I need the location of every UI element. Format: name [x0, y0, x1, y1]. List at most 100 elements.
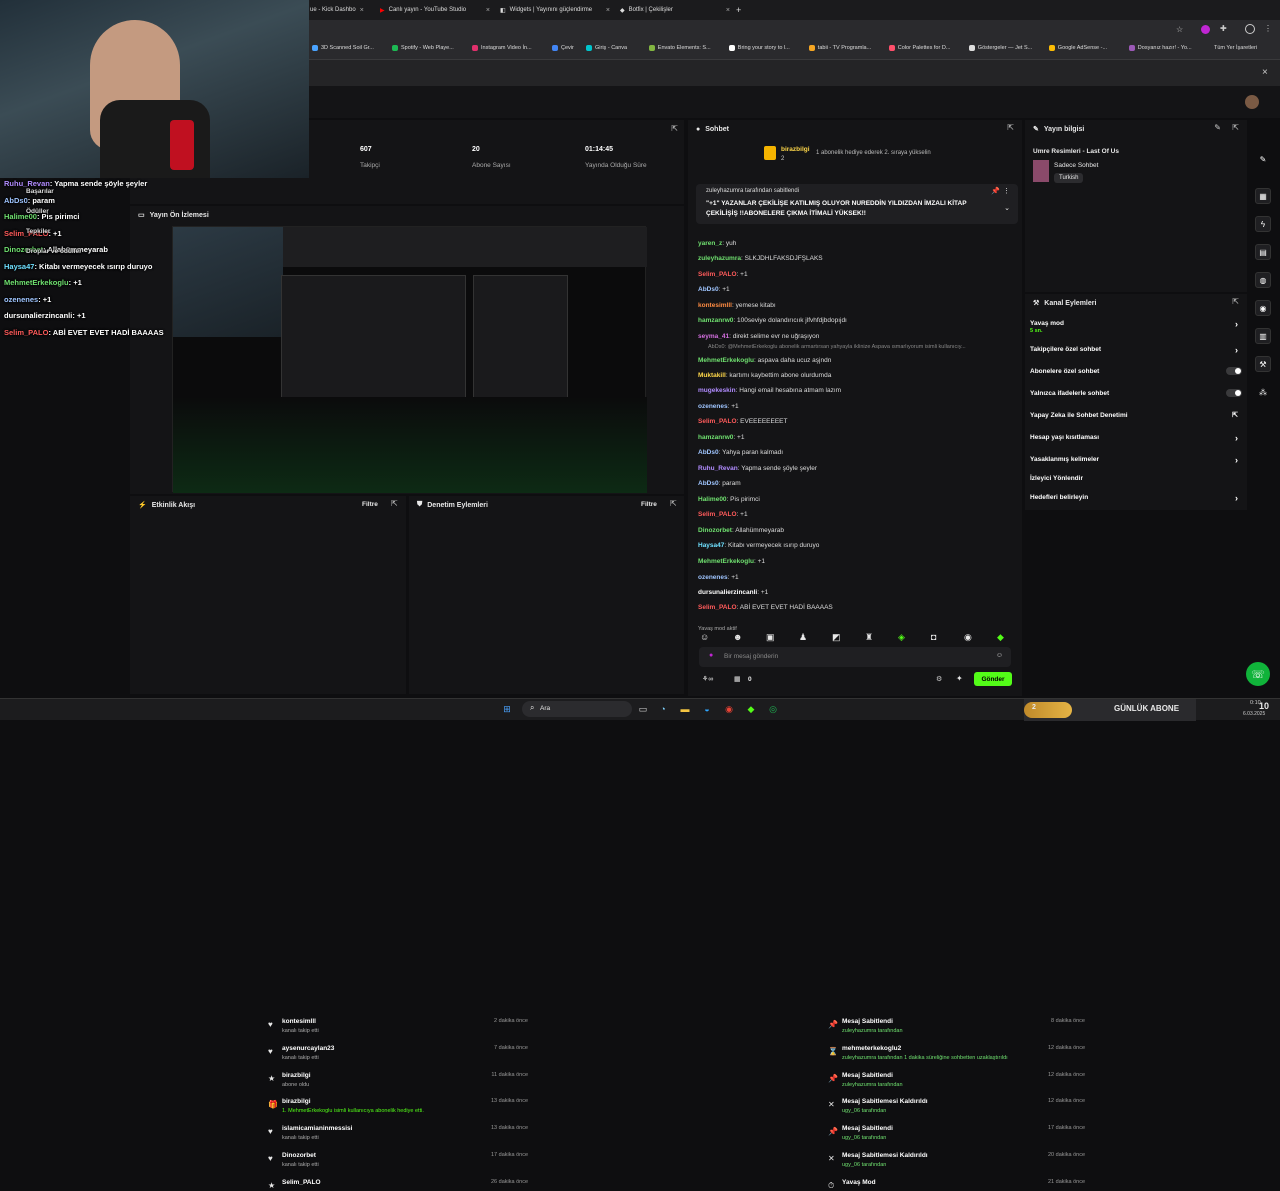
- moderation-row[interactable]: 📌 Mesaj Sabitlendi ugy_06 tarafından 17 dak…: [828, 1125, 1085, 1141]
- bookmark-item[interactable]: Color Palettes for D...: [888, 45, 950, 51]
- chat-message[interactable]: AbDs0: param: [698, 480, 741, 487]
- channel-action-item[interactable]: Yasaklanmış kelimeler ›: [1030, 455, 1242, 465]
- tab-botfix[interactable]: ◆ Botfix | Çekilişler ×: [620, 2, 730, 18]
- chat-message[interactable]: hamzanrw0: 100seviye dolandırıcıık jlfvh…: [698, 317, 847, 324]
- close-icon[interactable]: ×: [360, 7, 364, 14]
- gift-leader-name[interactable]: birazbilgi: [781, 146, 810, 153]
- chat-message[interactable]: yaren_z: yuh: [698, 240, 736, 247]
- close-icon[interactable]: ×: [486, 7, 490, 14]
- chat-username[interactable]: mugekeskin: [698, 387, 736, 394]
- chat-message[interactable]: MehmetErkekoglu: aspava daha ucuz aşjndn: [698, 357, 831, 364]
- event-row[interactable]: ♥ islamicamianinmessisi kanalı takip etti 1…: [268, 1125, 528, 1141]
- tab-widgets[interactable]: ◧ Widgets | Yayınını güçlendirme ×: [500, 2, 610, 18]
- channel-action-item[interactable]: Hedefleri belirleyin ›: [1030, 493, 1242, 503]
- emote-icon[interactable]: ◩: [832, 632, 841, 643]
- moderation-row[interactable]: ⏱ Yavaş Mod 21 dakika önce: [828, 1179, 1085, 1190]
- chat-message[interactable]: hamzanrw0: +1: [698, 434, 744, 441]
- chevron-right-icon[interactable]: ›: [1235, 319, 1238, 329]
- bookmark-item[interactable]: tabii - TV Programla...: [808, 45, 871, 51]
- microphone-icon[interactable]: ●: [709, 652, 713, 659]
- chat-username[interactable]: AbDs0: [698, 286, 719, 293]
- moderation-row[interactable]: 📌 Mesaj Sabitlendi zuleyhazumra tarafından…: [828, 1018, 1085, 1034]
- bookmark-item[interactable]: Çevir: [552, 45, 574, 51]
- event-row[interactable]: ★ birazbilgi abone oldu 11 dakika önce: [268, 1072, 528, 1088]
- chat-message[interactable]: mugekeskin: Hangi email hesabına atmam l…: [698, 387, 841, 394]
- pin-icon[interactable]: 📌: [991, 187, 1000, 195]
- chat-message[interactable]: Selim_PALO: EVEEEEEEEET: [698, 418, 787, 425]
- chat-message[interactable]: AbDs0: +1: [698, 286, 730, 293]
- moderation-row[interactable]: ⌛ mehmeterkekoglu2 zuleyhazumra tarafından…: [828, 1045, 1085, 1061]
- chat-username[interactable]: Haysa47: [698, 542, 724, 549]
- channel-action-item[interactable]: İzleyici Yönlendir: [1030, 475, 1242, 482]
- emoji-icon[interactable]: ☺: [996, 652, 1003, 659]
- broadcast-icon[interactable]: ◉: [1255, 300, 1271, 316]
- emote-icon[interactable]: ♜: [865, 632, 873, 643]
- tab-kick-dashboard[interactable]: ue - Kick Dashbo ×: [310, 2, 370, 18]
- clipboard-icon[interactable]: ▤: [1255, 244, 1271, 260]
- chat-username[interactable]: hamzanrw0: [698, 317, 733, 324]
- chat-message[interactable]: zuleyhazumra: SLKJDHLFAKSDJFŞLAKS: [698, 255, 823, 262]
- chat-message[interactable]: Dinozorbet: Allahümmeyarab: [698, 527, 784, 534]
- copilot-icon[interactable]: ◔: [656, 702, 670, 716]
- emote-icon[interactable]: ♟: [799, 632, 807, 643]
- chat-username[interactable]: Dinozorbet: [698, 527, 732, 534]
- close-icon[interactable]: ×: [726, 7, 730, 14]
- event-row[interactable]: ★ Selim_PALO 26 dakika önce: [268, 1179, 528, 1190]
- chat-message[interactable]: ozenenes: +1: [698, 403, 739, 410]
- chat-message[interactable]: Ruhu_Revan: Yapma sende şöyle şeyler: [698, 465, 817, 472]
- qr-icon[interactable]: ▦: [1255, 188, 1271, 204]
- event-row[interactable]: ♥ kontesimlll kanalı takip etti 2 dakika ön…: [268, 1018, 528, 1034]
- bookmark-item[interactable]: Envato Elements: S...: [648, 45, 711, 51]
- chat-username[interactable]: zuleyhazumra: [698, 255, 741, 262]
- chevron-right-icon[interactable]: ›: [1235, 493, 1238, 503]
- bookmark-item[interactable]: 3D Scanned Soil Gr...: [312, 45, 374, 51]
- chat-message[interactable]: Haysa47: Kitabı vermeyecek ısırıp duruyo: [698, 542, 819, 549]
- moderation-row[interactable]: 📌 Mesaj Sabitlendi zuleyhazumra tarafından…: [828, 1072, 1085, 1088]
- points-icon[interactable]: ⚘∞: [702, 675, 713, 683]
- chat-username[interactable]: MehmetErkekoglu: [698, 357, 754, 364]
- wrench-icon[interactable]: ⚒: [1255, 356, 1271, 372]
- chat-username[interactable]: ozenenes: [698, 574, 728, 581]
- tab-youtube-studio[interactable]: ▶ Canlı yayın - YouTube Studio ×: [380, 2, 490, 18]
- chrome-icon[interactable]: ◉: [722, 702, 736, 716]
- channel-action-item[interactable]: Abonelere özel sohbet: [1030, 367, 1242, 375]
- all-bookmarks[interactable]: Tüm Yer İşaretleri: [1214, 45, 1257, 51]
- external-link-icon[interactable]: ⇱: [1232, 411, 1238, 419]
- toggle-switch[interactable]: [1226, 367, 1242, 375]
- puzzle-icon[interactable]: ✚: [1220, 24, 1227, 33]
- bolt-icon[interactable]: ϟ: [1255, 216, 1271, 232]
- chat-message[interactable]: kontesimlll: yemese kitabı: [698, 302, 776, 309]
- chevron-right-icon[interactable]: ›: [1235, 455, 1238, 465]
- chat-username[interactable]: Muktakill: [698, 372, 726, 379]
- bookmark-item[interactable]: Bring your story to l...: [728, 45, 790, 51]
- emote-icon[interactable]: ☺: [700, 632, 709, 642]
- new-tab-button[interactable]: +: [736, 2, 746, 18]
- emote-icon[interactable]: ◈: [898, 632, 905, 643]
- pinned-message[interactable]: zuleyhazumra tarafından sabitlendi 📌 ⋮ "…: [696, 184, 1018, 224]
- emote-icon[interactable]: ◉: [964, 632, 972, 643]
- chevron-down-icon[interactable]: ⌄: [1004, 204, 1010, 212]
- bot-icon[interactable]: ✦: [956, 674, 963, 683]
- chat-username[interactable]: Selim_PALO: [698, 418, 737, 425]
- more-icon[interactable]: ⋮: [1003, 187, 1010, 195]
- gift-icon[interactable]: ▦: [734, 675, 741, 683]
- moderation-row[interactable]: ✕ Mesaj Sabitlemesi Kaldırıldı ugy_06 tara…: [828, 1098, 1085, 1114]
- chat-username[interactable]: Selim_PALO: [698, 271, 737, 278]
- profile-icon[interactable]: [1245, 24, 1255, 34]
- event-row[interactable]: ♥ aysenurcaylan23 kanalı takip etti 7 dakik…: [268, 1045, 528, 1061]
- extension-icon[interactable]: [1201, 25, 1210, 34]
- kick-icon[interactable]: ◆: [744, 702, 758, 716]
- bookmark-item[interactable]: Instagram Video İn...: [472, 45, 532, 51]
- avatar[interactable]: [1245, 95, 1259, 109]
- chevron-right-icon[interactable]: ›: [1235, 433, 1238, 443]
- channel-action-item[interactable]: Yapay Zeka ile Sohbet Denetimi ⇱: [1030, 412, 1242, 419]
- chat-message[interactable]: Selim_PALO: +1: [698, 511, 748, 518]
- bookmark-item[interactable]: Göstergeler — Jet S...: [968, 45, 1032, 51]
- emote-icon[interactable]: ◆: [997, 632, 1004, 643]
- channel-action-item[interactable]: Yavaş mod 5 sn. ›: [1030, 319, 1242, 334]
- popout-icon[interactable]: ⇱: [1007, 123, 1014, 132]
- emote-icon[interactable]: ☻: [733, 632, 742, 642]
- chat-icon[interactable]: ◍: [1255, 272, 1271, 288]
- event-row[interactable]: ♥ Dinozorbet kanalı takip etti 17 dakika ön…: [268, 1152, 528, 1168]
- channel-action-item[interactable]: Takipçilere özel sohbet ›: [1030, 345, 1242, 355]
